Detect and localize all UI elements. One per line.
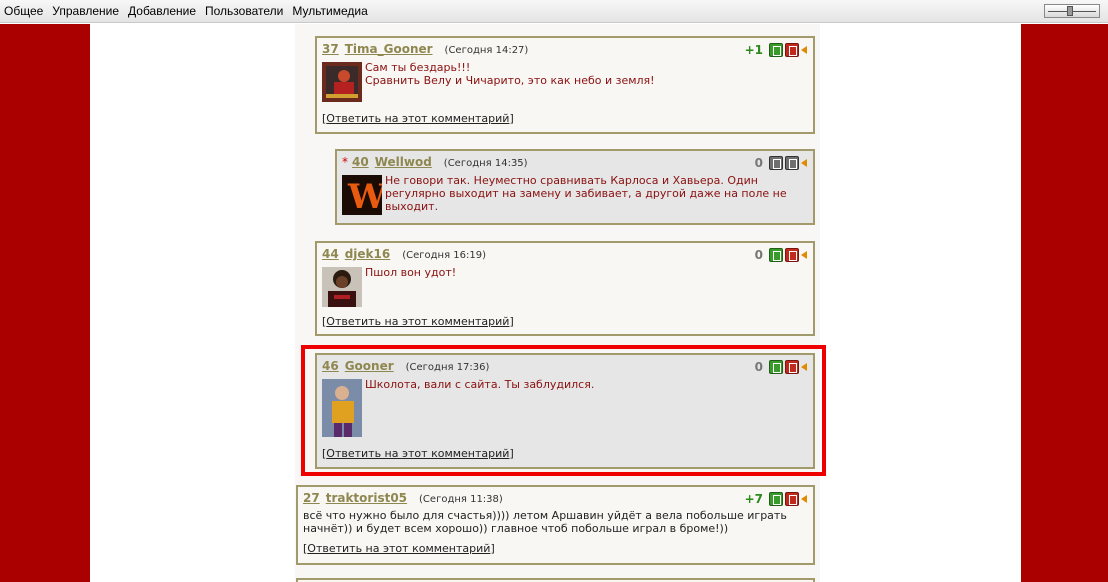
comment-time: (Сегодня 17:36) [405, 362, 490, 373]
comment-text-line: выходит. [385, 200, 439, 213]
comment-body: Сам ты бездарь!!! Сравнить Велу и Чичари… [322, 61, 807, 102]
comment-score: 0 [754, 156, 763, 170]
vote-up-icon[interactable] [769, 156, 783, 170]
comment-text-line: Школота, вали с сайта. Ты заблудился. [365, 378, 595, 391]
vote-up-icon[interactable] [769, 248, 783, 262]
avatar [322, 379, 362, 437]
report-flag-icon[interactable] [801, 492, 807, 506]
reply-link[interactable]: [Ответить на этот комментарий] [303, 542, 495, 555]
vote-down-icon[interactable] [785, 248, 799, 262]
comment-text-line: всё что нужно было для счастья)))) летом… [303, 509, 787, 522]
comment-number-link[interactable]: 46 [322, 359, 339, 373]
comment-score: 0 [754, 360, 763, 374]
vote-down-icon[interactable] [785, 492, 799, 506]
admin-menu-bar: Общее Управление Добавление Пользователи… [0, 0, 1108, 23]
reply-link[interactable]: [Ответить на этот комментарий] [322, 447, 514, 460]
comment-number-link[interactable]: 40 [352, 155, 369, 169]
comment: 27 traktorist05 (Сегодня 11:38) +7 всё ч… [296, 485, 815, 565]
report-flag-icon[interactable] [801, 360, 807, 374]
comment-time: (Сегодня 16:19) [402, 250, 487, 261]
comment-body: W Не говори так. Неуместно сравнивать Ка… [342, 174, 807, 215]
comment-rating: +7 [745, 492, 807, 506]
comment-score: +1 [744, 43, 763, 57]
new-comment-star: * [342, 155, 348, 169]
comment: 44 djek16 (Сегодня 16:19) 0 Пшол вон удо… [315, 241, 815, 336]
comment-header: 44 djek16 (Сегодня 16:19) [322, 247, 807, 263]
vote-up-icon[interactable] [769, 43, 783, 57]
report-flag-icon[interactable] [801, 43, 807, 57]
avatar: W [342, 175, 382, 215]
vote-up-icon[interactable] [769, 360, 783, 374]
comment-header: 46 Gooner (Сегодня 17:36) [322, 359, 807, 375]
vote-down-icon[interactable] [785, 43, 799, 57]
report-flag-icon[interactable] [801, 248, 807, 262]
vote-up-icon[interactable] [769, 492, 783, 506]
comment-header: * 40 Wellwod (Сегодня 14:35) [342, 155, 807, 171]
comment-body: Школота, вали с сайта. Ты заблудился. [322, 378, 807, 437]
menu-item-add[interactable]: Добавление [128, 4, 196, 18]
vote-down-icon[interactable] [785, 156, 799, 170]
comment-body: Пшол вон удот! [322, 266, 807, 307]
comment-author-link[interactable]: Wellwod [375, 155, 432, 169]
avatar [322, 62, 362, 102]
comment: * 40 Wellwod (Сегодня 14:35) 0 W Не гово… [335, 149, 815, 225]
reply-link[interactable]: [Ответить на этот комментарий] [322, 315, 514, 328]
comment-author-link[interactable]: Gooner [345, 359, 394, 373]
vote-down-icon[interactable] [785, 360, 799, 374]
comment-rating: 0 [755, 360, 807, 374]
reply-link[interactable]: [Ответить на этот комментарий] [322, 112, 514, 125]
svg-text:W: W [347, 177, 382, 215]
comment: 46 Gooner (Сегодня 17:36) 0 Школота, вал… [315, 353, 815, 469]
comment-time: (Сегодня 14:27) [444, 45, 529, 56]
avatar [322, 267, 362, 307]
comment-number-link[interactable]: 37 [322, 42, 339, 56]
menu-item-general[interactable]: Общее [4, 4, 43, 18]
comment-author-link[interactable]: traktorist05 [326, 491, 407, 505]
report-flag-icon[interactable] [801, 156, 807, 170]
comment-author-link[interactable]: djek16 [345, 247, 391, 261]
comment-text: всё что нужно было для счастья)))) летом… [303, 509, 807, 535]
comment-text-line: Сам ты бездарь!!! [365, 61, 471, 74]
menu-item-users[interactable]: Пользователи [205, 4, 283, 18]
comment-number-link[interactable]: 27 [303, 491, 320, 505]
comment-time: (Сегодня 11:38) [419, 494, 503, 505]
comment-text-line: Пшол вон удот! [365, 266, 457, 279]
right-red-band [1021, 24, 1108, 582]
comment-text-line: Не говори так. Неуместно сравнивать Карл… [385, 174, 758, 187]
comment-text-line: регулярно выходит на замену и забивает, … [385, 187, 787, 200]
zoom-slider[interactable] [1044, 4, 1100, 18]
comment-rating: 0 [755, 156, 807, 170]
comment-number-link[interactable]: 44 [322, 247, 339, 261]
comment-time: (Сегодня 14:35) [443, 158, 528, 169]
menu-item-management[interactable]: Управление [52, 4, 119, 18]
comment-rating: 0 [755, 248, 807, 262]
comment-text: Не говори так. Неуместно сравнивать Карл… [385, 174, 787, 215]
comment [296, 578, 815, 582]
comment: 37 Tima_Gooner (Сегодня 14:27) +1 Сам ты… [315, 36, 815, 134]
comment-text: Школота, вали с сайта. Ты заблудился. [365, 378, 594, 437]
comment-score: +7 [744, 492, 763, 506]
menu-item-multimedia[interactable]: Мультимедиа [292, 4, 367, 18]
slider-knob[interactable] [1067, 6, 1073, 16]
comment-text: Пшол вон удот! [365, 266, 456, 307]
comment-score: 0 [754, 248, 763, 262]
comment-text: Сам ты бездарь!!! Сравнить Велу и Чичари… [365, 61, 655, 102]
comment-text-line: Сравнить Велу и Чичарито, это как небо и… [365, 74, 655, 87]
comment-text-line: начнёт)) и будет всем хорошо)) главное ч… [303, 522, 729, 535]
comment-header: 27 traktorist05 (Сегодня 11:38) [303, 491, 807, 507]
admin-menu: Общее Управление Добавление Пользователи… [4, 4, 368, 18]
comment-rating: +1 [745, 43, 807, 57]
comment-author-link[interactable]: Tima_Gooner [345, 42, 433, 56]
comment-header: 37 Tima_Gooner (Сегодня 14:27) [322, 42, 807, 58]
left-red-band [0, 24, 90, 582]
